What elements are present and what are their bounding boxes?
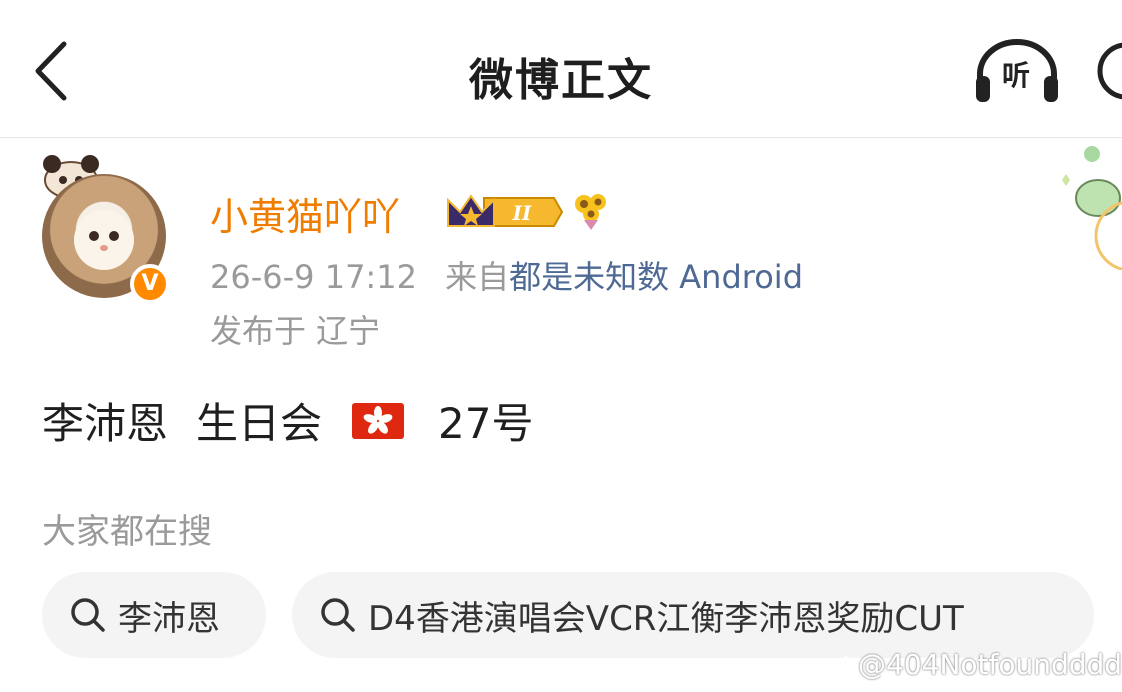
crown-level: II: [512, 201, 532, 225]
verified-badge: V: [130, 264, 170, 304]
trending-search-title: 大家都在搜: [42, 512, 212, 552]
author-username[interactable]: 小黄猫吖吖: [210, 186, 400, 241]
crown-icon: II: [447, 194, 564, 227]
listen-button[interactable]: 听: [972, 38, 1062, 104]
post-text-date: 27号: [438, 399, 534, 448]
card-decoration: [1052, 140, 1122, 271]
post-source-link[interactable]: 都是未知数 Android: [509, 258, 803, 296]
flower-badge[interactable]: [570, 190, 612, 232]
more-button[interactable]: [1096, 38, 1122, 104]
post-text-name: 李沛恩: [42, 399, 169, 448]
search-chip-label: D4香港演唱会VCR江衡李沛恩奖励CUT: [368, 598, 964, 639]
search-chip[interactable]: 李沛恩: [42, 572, 266, 658]
top-nav-bar: 微博正文 听: [0, 0, 1122, 138]
search-icon: [321, 598, 355, 632]
hong-kong-flag-icon: [352, 402, 405, 439]
source-prefix: 来自: [445, 258, 510, 296]
sunflower-icon: [575, 194, 606, 230]
post-location: 发布于 辽宁: [210, 312, 381, 350]
post-text: 李沛恩 生日会 27号: [42, 390, 533, 451]
watermark-text: @404Notfoundddd-: [858, 648, 1122, 681]
watermark: @404Notfoundddd-: [820, 648, 1122, 681]
search-chip-label: 李沛恩: [118, 598, 220, 639]
weibo-logo-icon: [820, 655, 853, 679]
search-chip[interactable]: D4香港演唱会VCR江衡李沛恩奖励CUT: [292, 572, 1094, 658]
listen-label: 听: [1001, 59, 1030, 92]
author-avatar-area[interactable]: V: [30, 148, 180, 308]
search-icon: [71, 598, 105, 632]
more-icon: [1097, 42, 1122, 100]
page-title: 微博正文: [469, 55, 653, 106]
crown-badge[interactable]: II: [444, 190, 564, 234]
post-text-event: 生日会: [196, 399, 323, 448]
post-meta: 26-6-9 17:12 来自都是未知数 Android: [210, 252, 803, 298]
post-timestamp: 26-6-9 17:12: [210, 258, 417, 296]
